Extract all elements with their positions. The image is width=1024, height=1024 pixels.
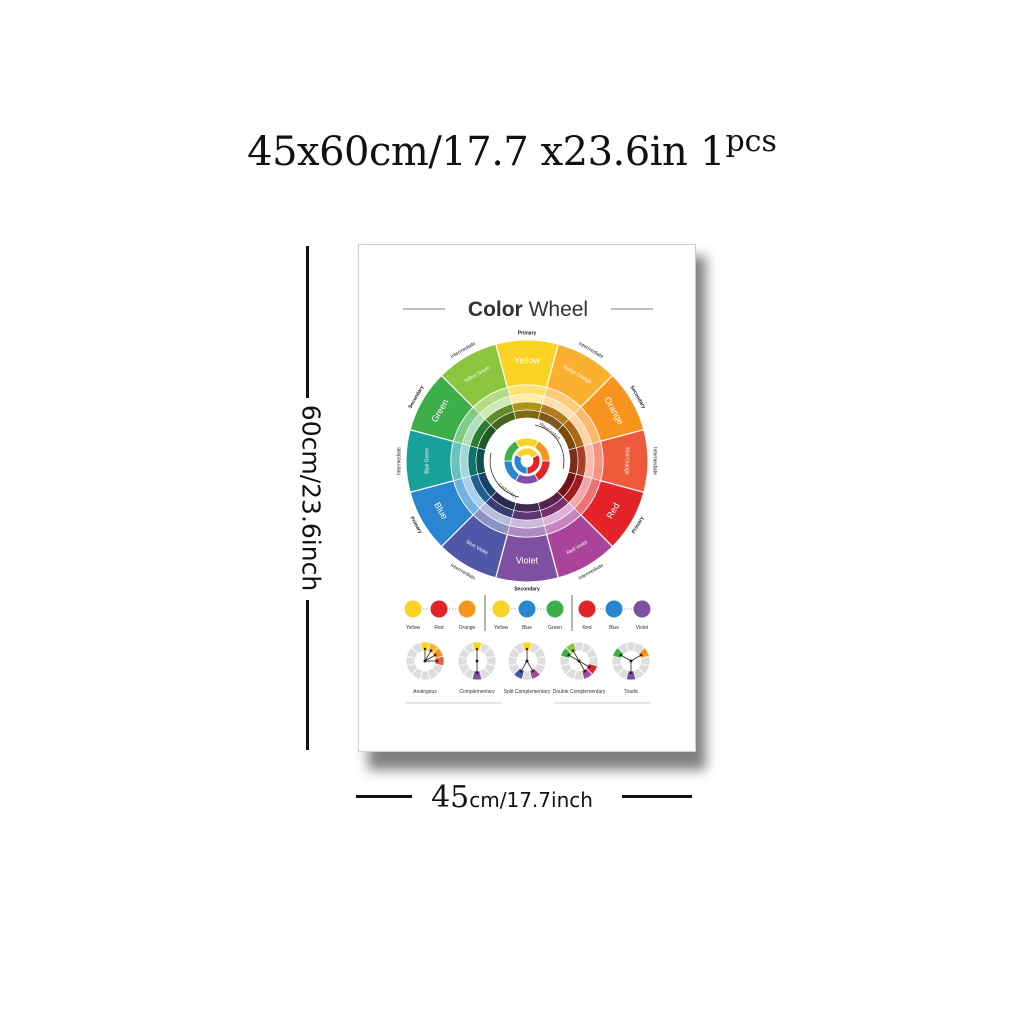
color-wheel-poster: Color Wheel Yellow Primary Yellow Orange In… (358, 244, 696, 752)
harmony-pointer-dot (434, 653, 437, 657)
color-wheel: YellowPrimaryYellow OrangeIntermediateOr… (396, 330, 657, 592)
harmony-pointer-dot (525, 647, 529, 651)
wheel-color-name: Violet (516, 555, 539, 565)
triad-swatch (605, 600, 623, 618)
wheel-tint-shade (513, 502, 541, 513)
harmony-pointer-dot (619, 653, 622, 657)
size-text: 45x60cm/17.7 x23.6in (247, 129, 688, 175)
wheel-category-label: Primary (518, 330, 537, 336)
triad-label: Blue (522, 625, 532, 631)
harmony-pointer-dot (583, 670, 587, 673)
triad-label: Violet (636, 625, 649, 631)
wheel-tint-shade (568, 447, 579, 475)
width-number: 45 (431, 780, 470, 815)
wheel-category-label: Secondary (514, 586, 540, 592)
harmony-pointer-dot (423, 647, 427, 651)
triad-swatch (492, 600, 510, 618)
harmony-label: Split Complementary (504, 689, 551, 695)
triad-label: Red (582, 625, 591, 631)
height-line-top (306, 246, 309, 398)
poster-title-bold: Color (468, 298, 523, 321)
harmony-label: Analogous (413, 689, 437, 695)
harmony-pointer-dot (640, 653, 643, 657)
wheel-tint-shade (513, 409, 541, 420)
width-label: 45cm/17.7inch (0, 780, 1024, 815)
harmony-pointer-dot (588, 665, 591, 669)
product-size-heading: 45x60cm/17.7 x23.6in 1pcs (0, 124, 1024, 175)
harmony-pointer (526, 660, 534, 672)
wheel-tint-shade (475, 447, 486, 475)
harmony-pointer-dot (435, 659, 439, 663)
harmony-pointer-dot (475, 671, 479, 675)
wheel-category-label: Intermediate (652, 447, 658, 475)
harmony-pointer-dot (571, 649, 575, 652)
harmony-center-dot (525, 659, 529, 663)
triad-swatch (458, 600, 476, 618)
triad-swatch (633, 600, 651, 618)
poster-title-regular: Wheel (523, 298, 588, 321)
height-line-bottom (306, 600, 309, 750)
harmony-label: Triadic (624, 689, 639, 695)
harmony-pointer-dot (567, 653, 570, 657)
wheel-color-name: Yellow (514, 355, 540, 365)
color-harmonies: Analogous Complementary Split Complementar… (405, 641, 651, 695)
harmony-pointer (620, 654, 632, 662)
quantity-unit: pcs (725, 124, 777, 159)
triad-swatch (430, 600, 448, 618)
triad-swatch (404, 600, 422, 618)
triad-swatch (546, 600, 564, 618)
triad-label: Green (548, 625, 562, 631)
poster-title: Color Wheel (468, 298, 588, 321)
quantity-number: 1 (699, 129, 726, 175)
harmony-center-dot (423, 659, 427, 663)
harmony-pointer-dot (629, 671, 633, 675)
triad-label: Yellow (494, 625, 509, 631)
harmony-center-dot (629, 659, 633, 663)
width-unit: cm/17.7inch (469, 788, 593, 812)
poster-artwork: Color Wheel Yellow Primary Yellow Orange In… (396, 298, 658, 704)
harmony-center-dot (577, 659, 581, 663)
triad-label: Red (434, 625, 443, 631)
harmony-center-dot (475, 659, 479, 663)
harmony-pointer-dot (531, 670, 535, 673)
triad-swatch (578, 600, 596, 618)
harmony-pointer (520, 660, 528, 672)
wheel-color-name: Blue Green (424, 448, 430, 474)
triad-label: Blue (609, 625, 619, 631)
harmony-label: Complementary (459, 689, 495, 695)
wheel-color-name: Red Orange (624, 447, 630, 474)
triad-swatch (518, 600, 536, 618)
triad-label: Yellow (406, 625, 421, 631)
harmony-pointer-dot (519, 670, 523, 673)
harmony-pointer-dot (429, 649, 433, 652)
wheel-category-label: Intermediate (396, 447, 402, 475)
harmony-pointer-dot (475, 647, 479, 651)
triad-label: Orange (459, 625, 476, 631)
color-triads: Yellow Red Orange Yellow Blue Green Red Blue Vio… (404, 595, 651, 631)
harmony-pointer (630, 654, 642, 662)
harmony-label: Double Complementary (553, 689, 606, 695)
